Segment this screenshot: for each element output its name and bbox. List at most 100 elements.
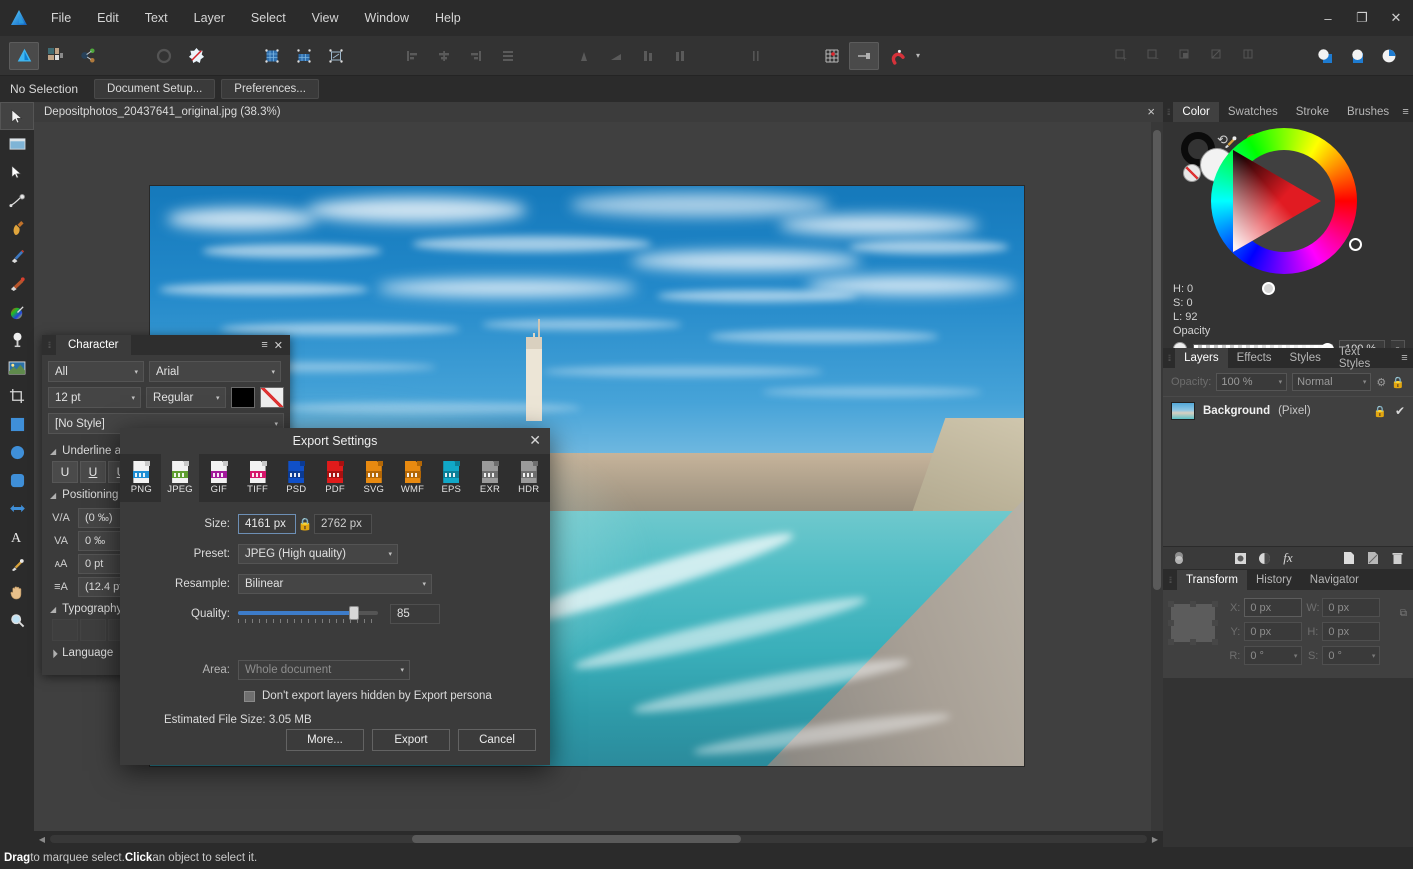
node-tool[interactable] bbox=[0, 158, 34, 186]
scroll-right-icon[interactable]: ▶ bbox=[1147, 835, 1163, 844]
hidden-layers-checkbox[interactable] bbox=[244, 691, 255, 702]
tab-color[interactable]: Color bbox=[1173, 102, 1218, 122]
canvas-horizontal-scrollbar[interactable]: ◀ ▶ bbox=[34, 831, 1163, 847]
format-pdf[interactable]: PDF bbox=[316, 454, 355, 502]
transform-x-field[interactable]: 0 px bbox=[1244, 598, 1302, 617]
format-hdr[interactable]: HDR bbox=[509, 454, 548, 502]
layer-opacity-select[interactable]: 100 % ▾ bbox=[1216, 373, 1287, 391]
distribute-bottom-icon[interactable] bbox=[633, 42, 663, 70]
layer-row-lock-icon[interactable]: 🔒 bbox=[1373, 405, 1387, 418]
pixel-layer-icon[interactable] bbox=[1230, 549, 1250, 567]
format-gif[interactable]: GIF bbox=[199, 454, 238, 502]
mask-layer-icon[interactable] bbox=[1363, 549, 1383, 567]
saturation-handle[interactable] bbox=[1262, 282, 1275, 295]
font-style-select[interactable]: Regular ▾ bbox=[146, 387, 226, 408]
boolean-divide-icon[interactable] bbox=[1234, 42, 1264, 70]
transform-anchor-selector[interactable] bbox=[1171, 604, 1215, 642]
tab-styles[interactable]: Styles bbox=[1281, 348, 1330, 368]
no-fill-swatch[interactable] bbox=[1183, 164, 1201, 182]
font-size-select[interactable]: 12 pt ▾ bbox=[48, 387, 141, 408]
format-psd[interactable]: PSD bbox=[277, 454, 316, 502]
area-select[interactable]: Whole document ▾ bbox=[238, 660, 410, 680]
view-pan-tool[interactable] bbox=[0, 578, 34, 606]
delete-layer-icon[interactable] bbox=[1387, 549, 1407, 567]
pixel-grid-icon[interactable] bbox=[257, 42, 287, 70]
lock-icon[interactable]: 🔒 bbox=[296, 517, 314, 531]
text-fill-swatch[interactable] bbox=[231, 387, 255, 408]
menu-layer[interactable]: Layer bbox=[181, 0, 238, 36]
document-tab[interactable]: Depositphotos_20437641_original.jpg (38.… bbox=[34, 102, 1163, 122]
hue-handle[interactable] bbox=[1349, 238, 1362, 251]
dodge-burn-tool[interactable] bbox=[0, 326, 34, 354]
paint-brush-tool[interactable] bbox=[0, 242, 34, 270]
canvas-vertical-scrollbar[interactable] bbox=[1151, 122, 1163, 831]
preferences-button[interactable]: Preferences... bbox=[221, 79, 319, 99]
tab-navigator[interactable]: Navigator bbox=[1301, 570, 1368, 590]
snapping-toggle-icon[interactable] bbox=[849, 42, 879, 70]
document-setup-button[interactable]: Document Setup... bbox=[94, 79, 215, 99]
font-family-select[interactable]: Arial ▾ bbox=[149, 361, 281, 382]
format-svg[interactable]: SVG bbox=[354, 454, 393, 502]
format-eps[interactable]: EPS bbox=[432, 454, 471, 502]
character-panel-close-icon[interactable]: ✕ bbox=[274, 339, 283, 352]
tab-text-styles[interactable]: Text Styles bbox=[1330, 348, 1396, 368]
color-triangle[interactable] bbox=[1233, 150, 1321, 252]
menu-text[interactable]: Text bbox=[132, 0, 181, 36]
layers-list[interactable]: Background (Pixel) 🔒 ✔ bbox=[1163, 396, 1413, 546]
transform-selection-icon[interactable] bbox=[321, 42, 351, 70]
layers-panel-menu-icon[interactable]: ≡ bbox=[1396, 348, 1413, 368]
hidden-layers-row[interactable]: Don't export layers hidden by Export per… bbox=[244, 690, 550, 702]
text-stroke-none-swatch[interactable] bbox=[260, 387, 284, 408]
persona-liquify-icon[interactable] bbox=[41, 42, 71, 70]
adjustment-icon[interactable] bbox=[1169, 549, 1189, 567]
resample-select[interactable]: Bilinear ▾ bbox=[238, 574, 432, 594]
paint-mixer-tool[interactable] bbox=[0, 270, 34, 298]
transform-h-field[interactable]: 0 px bbox=[1322, 622, 1380, 641]
color-panel-menu-icon[interactable]: ≡ bbox=[1398, 102, 1413, 122]
blend-mode-select[interactable]: Normal ▾ bbox=[1292, 373, 1371, 391]
align-right-icon[interactable] bbox=[461, 42, 491, 70]
transform-panel-grip-icon[interactable]: ⦙⦙ bbox=[1163, 570, 1177, 590]
preset-select[interactable]: JPEG (High quality) ▾ bbox=[238, 544, 398, 564]
snapping-grid-icon[interactable] bbox=[817, 42, 847, 70]
persona-photo-icon[interactable] bbox=[9, 42, 39, 70]
menu-help[interactable]: Help bbox=[422, 0, 474, 36]
mask-half-icon[interactable] bbox=[1374, 42, 1404, 70]
boolean-subtract-icon[interactable]: − bbox=[1138, 42, 1168, 70]
format-tiff[interactable]: TIFF bbox=[238, 454, 277, 502]
table-row[interactable]: Background (Pixel) 🔒 ✔ bbox=[1163, 396, 1413, 425]
format-exr[interactable]: EXR bbox=[471, 454, 510, 502]
character-panel-menu-icon[interactable]: ≡ bbox=[261, 339, 267, 351]
format-wmf[interactable]: WMF bbox=[393, 454, 432, 502]
rectangle-tool[interactable] bbox=[0, 410, 34, 438]
quality-slider-handle[interactable] bbox=[349, 606, 359, 620]
character-panel-title[interactable]: Character bbox=[56, 335, 131, 355]
document-tab-close-icon[interactable]: × bbox=[1147, 104, 1155, 119]
tab-transform[interactable]: Transform bbox=[1177, 570, 1247, 590]
align-center-icon[interactable] bbox=[429, 42, 459, 70]
transform-r-field[interactable]: 0 ° ▾ bbox=[1244, 646, 1302, 665]
layer-lock-icon[interactable]: 🔒 bbox=[1391, 376, 1405, 389]
distribute-vertical-icon[interactable] bbox=[665, 42, 695, 70]
quality-slider[interactable] bbox=[238, 605, 378, 623]
horizontal-scroll-track[interactable] bbox=[50, 835, 1147, 843]
boolean-intersect-icon[interactable] bbox=[1170, 42, 1200, 70]
script-select[interactable]: All ▾ bbox=[48, 361, 144, 382]
boolean-add-icon[interactable]: + bbox=[1106, 42, 1136, 70]
tab-brushes[interactable]: Brushes bbox=[1338, 102, 1398, 122]
grid-overlay-icon[interactable] bbox=[289, 42, 319, 70]
move-tool[interactable] bbox=[0, 102, 34, 130]
character-panel-grip-icon[interactable]: ⦙⦙ bbox=[42, 340, 56, 351]
menu-file[interactable]: File bbox=[38, 0, 84, 36]
distribute-top-icon[interactable] bbox=[569, 42, 599, 70]
mask-white-icon[interactable] bbox=[1310, 42, 1340, 70]
panel-grip-icon[interactable]: ⦙⦙ bbox=[1163, 102, 1173, 122]
size-width-input[interactable]: 4161 px bbox=[238, 514, 296, 534]
format-jpeg[interactable]: JPEG bbox=[161, 454, 200, 502]
quality-value-input[interactable]: 85 bbox=[390, 604, 440, 624]
underline-single-button[interactable]: U bbox=[80, 461, 106, 483]
artboard-tool[interactable] bbox=[0, 130, 34, 158]
format-png[interactable]: PNG bbox=[122, 454, 161, 502]
mask-blue-icon[interactable] bbox=[1342, 42, 1372, 70]
spacing-icon[interactable] bbox=[741, 42, 771, 70]
